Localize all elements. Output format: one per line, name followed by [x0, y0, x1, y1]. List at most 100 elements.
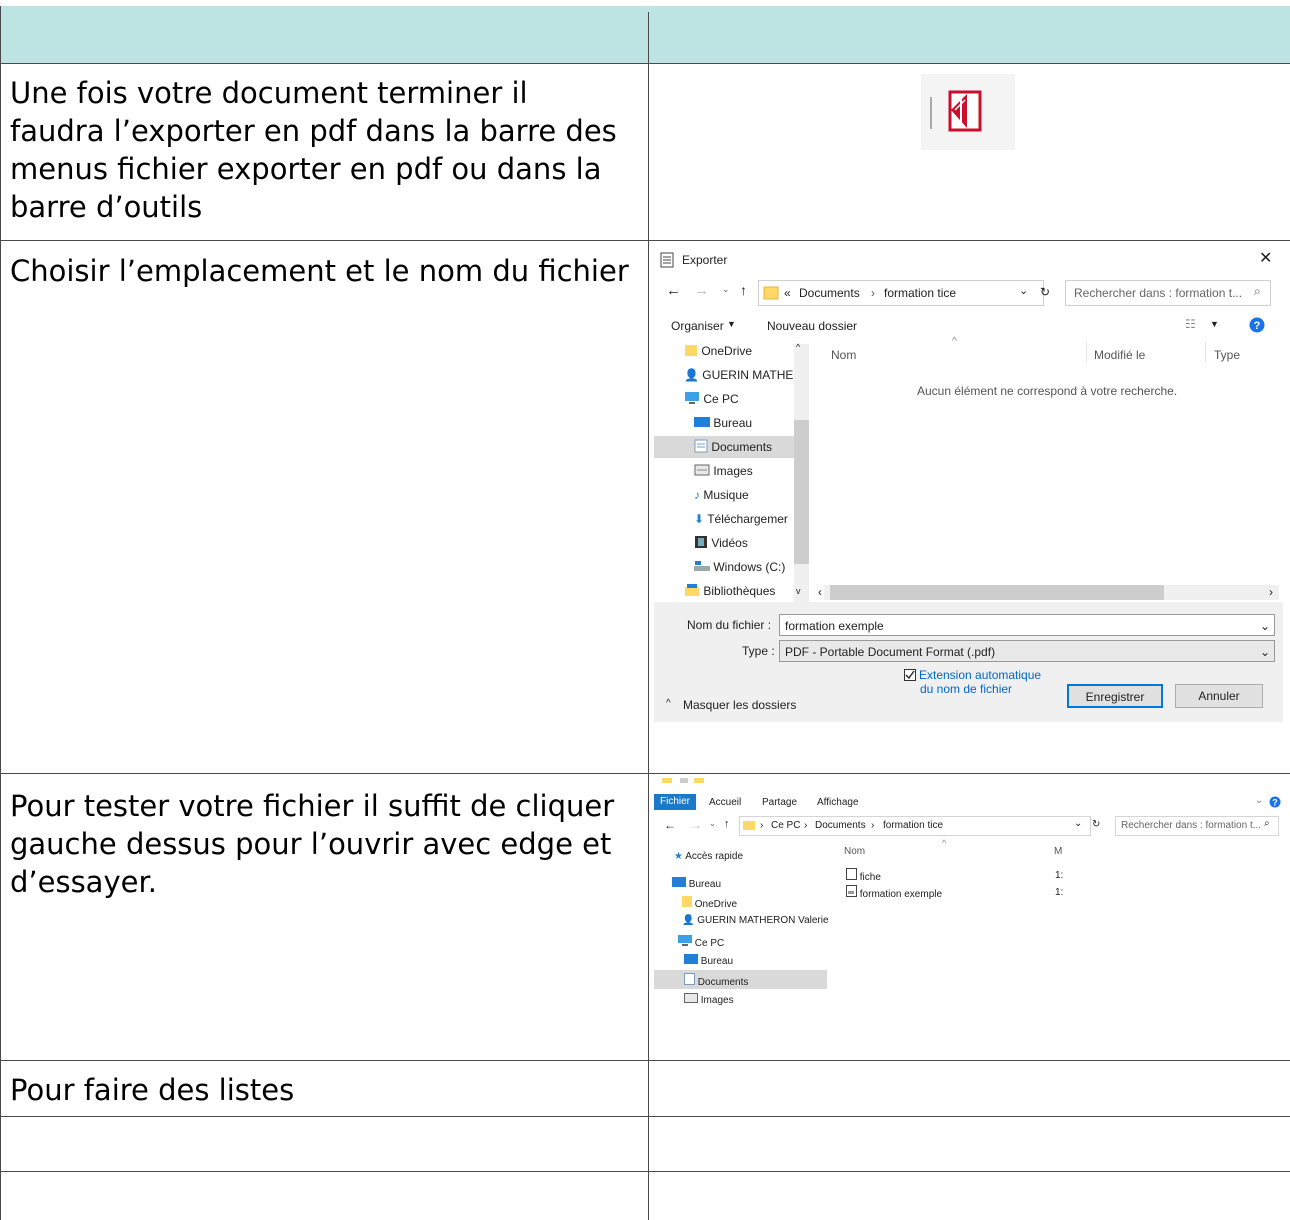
horizontal-scrollbar-thumb[interactable]: [830, 585, 1164, 600]
type-select[interactable]: PDF - Portable Document Format (.pdf) ⌄: [779, 640, 1275, 662]
column-modified[interactable]: M: [1054, 846, 1062, 857]
search-input[interactable]: Rechercher dans : formation t... ⌕: [1115, 816, 1279, 836]
scroll-left-icon[interactable]: ‹: [818, 585, 822, 599]
nav-item-desktop-2[interactable]: Bureau: [684, 954, 733, 967]
download-icon: ⬇: [694, 512, 705, 526]
tab-view[interactable]: Affichage: [817, 797, 859, 808]
nav-item-downloads[interactable]: ⬇ Téléchargemer: [694, 508, 788, 530]
filename-label: Nom du fichier :: [687, 618, 772, 632]
hide-folders-button[interactable]: Masquer les dossiers: [683, 698, 796, 712]
address-bar[interactable]: › Ce PC › Documents › formation tice ⌄: [739, 816, 1091, 836]
column-type[interactable]: Type: [1214, 348, 1240, 362]
nav-item-windows-drive[interactable]: Windows (C:): [694, 556, 785, 578]
nav-item-images[interactable]: Images: [694, 460, 753, 482]
auto-extension-checkbox[interactable]: [904, 669, 916, 684]
chevron-up-icon[interactable]: ^: [666, 698, 671, 709]
organize-menu[interactable]: Organiser: [671, 319, 724, 333]
chevron-down-icon[interactable]: ⌄: [709, 819, 716, 828]
scroll-up-icon[interactable]: ^: [796, 342, 800, 352]
help-icon[interactable]: ?: [1269, 796, 1281, 811]
chevron-down-icon[interactable]: ⌄: [1260, 615, 1270, 637]
file-item[interactable]: fiche: [846, 868, 881, 883]
document-page: Une fois votre document terminer il faud…: [0, 0, 1290, 1220]
scroll-right-icon[interactable]: ›: [1269, 585, 1273, 599]
chevron-down-icon[interactable]: ⌄: [1260, 641, 1270, 663]
save-button[interactable]: Enregistrer: [1067, 684, 1163, 708]
nav-item-user[interactable]: 👤 GUERIN MATHERON Valerie: [682, 915, 829, 926]
nav-item-desktop[interactable]: Bureau: [694, 412, 752, 434]
nav-label: Bureau: [700, 956, 734, 967]
back-arrow-icon[interactable]: ←: [664, 818, 676, 832]
forward-arrow-icon[interactable]: →: [694, 282, 709, 299]
tab-file[interactable]: Fichier: [654, 794, 696, 810]
chevron-right-icon: ›: [871, 820, 875, 831]
chevron-right-icon: ›: [760, 820, 764, 831]
desktop-icon: [684, 954, 698, 964]
cancel-button[interactable]: Annuler: [1175, 684, 1263, 708]
column-name[interactable]: Nom: [844, 846, 865, 857]
file-name: fiche: [859, 872, 881, 883]
nav-scrollbar-thumb[interactable]: [794, 420, 809, 564]
tab-share[interactable]: Partage: [762, 797, 797, 808]
scroll-down-icon[interactable]: v: [796, 586, 801, 596]
nav-item-videos[interactable]: Vidéos: [694, 532, 748, 554]
refresh-icon[interactable]: ↻: [1040, 285, 1050, 299]
auto-extension-label-1[interactable]: Extension automatique: [919, 668, 1041, 682]
up-arrow-icon[interactable]: ↑: [724, 818, 730, 830]
chevron-down-icon[interactable]: ⌄: [1074, 818, 1082, 829]
breadcrumb-documents[interactable]: Documents: [815, 820, 866, 831]
search-icon[interactable]: ⌕: [1264, 818, 1270, 829]
row-divider: [0, 773, 1290, 774]
column-name[interactable]: Nom: [831, 348, 856, 362]
search-input[interactable]: Rechercher dans : formation t... ⌕: [1065, 280, 1271, 306]
refresh-icon[interactable]: ↻: [1092, 819, 1100, 830]
row-divider: [0, 240, 1290, 241]
chevron-down-icon[interactable]: ⌄: [1019, 284, 1028, 297]
nav-item-desktop[interactable]: Bureau: [672, 877, 721, 890]
star-icon: ★: [674, 851, 683, 862]
caret-down-icon[interactable]: ▼: [727, 319, 736, 329]
tab-home[interactable]: Accueil: [709, 797, 741, 808]
navigation-pane: OneDrive 👤 GUERIN MATHEI Ce PC Bureau Do…: [654, 340, 809, 602]
sort-ascending-icon: ^: [952, 336, 957, 347]
dialog-footer: Nom du fichier : formation exemple ⌄ Typ…: [654, 602, 1283, 722]
breadcrumb-formation-tice[interactable]: formation tice: [883, 820, 943, 831]
chevron-down-icon[interactable]: ⌄: [722, 284, 730, 295]
close-icon[interactable]: ✕: [1259, 248, 1272, 268]
filename-input[interactable]: formation exemple ⌄: [779, 614, 1275, 636]
breadcrumb-formation-tice[interactable]: formation tice: [884, 286, 956, 300]
column-modified[interactable]: Modifié le: [1094, 348, 1145, 362]
nav-item-documents[interactable]: Documents: [654, 436, 794, 458]
breadcrumb-this-pc[interactable]: Ce PC: [771, 820, 800, 831]
caret-down-icon[interactable]: ▼: [1210, 319, 1219, 329]
nav-label: Documents: [697, 977, 749, 988]
breadcrumb-overflow[interactable]: «: [784, 286, 791, 300]
help-icon[interactable]: ?: [1249, 317, 1265, 336]
chevron-down-icon[interactable]: ⌄: [1255, 795, 1263, 806]
nav-item-music[interactable]: ♪ Musique: [694, 484, 749, 506]
nav-item-this-pc[interactable]: Ce PC: [678, 935, 724, 949]
computer-icon: [678, 935, 692, 946]
address-bar[interactable]: « Documents › formation tice ⌄: [758, 280, 1044, 306]
nav-item-documents[interactable]: Documents: [654, 970, 827, 989]
back-arrow-icon[interactable]: ←: [666, 282, 681, 299]
view-options-icon[interactable]: ☷: [1185, 317, 1196, 331]
auto-extension-label-2[interactable]: du nom de fichier: [920, 682, 1012, 696]
nav-item-quick-access[interactable]: ★ Accès rapide: [674, 851, 743, 862]
nav-item-onedrive[interactable]: OneDrive: [684, 340, 752, 362]
cell-choose-location: Choisir l’emplacement et le nom du fichi…: [10, 254, 629, 288]
forward-arrow-icon[interactable]: →: [690, 818, 702, 832]
up-arrow-icon[interactable]: ↑: [740, 282, 747, 298]
nav-label: Images: [700, 995, 734, 1006]
nav-item-user[interactable]: 👤 GUERIN MATHEI: [684, 364, 797, 386]
nav-item-onedrive[interactable]: OneDrive: [682, 896, 737, 910]
video-icon: [695, 536, 707, 548]
nav-item-images[interactable]: Images: [684, 993, 734, 1006]
breadcrumb-documents[interactable]: Documents: [799, 286, 860, 300]
new-folder-button[interactable]: Nouveau dossier: [767, 319, 857, 333]
file-item[interactable]: formation exemple: [846, 885, 942, 900]
nav-label: OneDrive: [694, 899, 738, 910]
nav-item-this-pc[interactable]: Ce PC: [684, 388, 739, 410]
nav-item-libraries[interactable]: Bibliothèques: [684, 580, 775, 602]
search-icon[interactable]: ⌕: [1254, 284, 1261, 299]
